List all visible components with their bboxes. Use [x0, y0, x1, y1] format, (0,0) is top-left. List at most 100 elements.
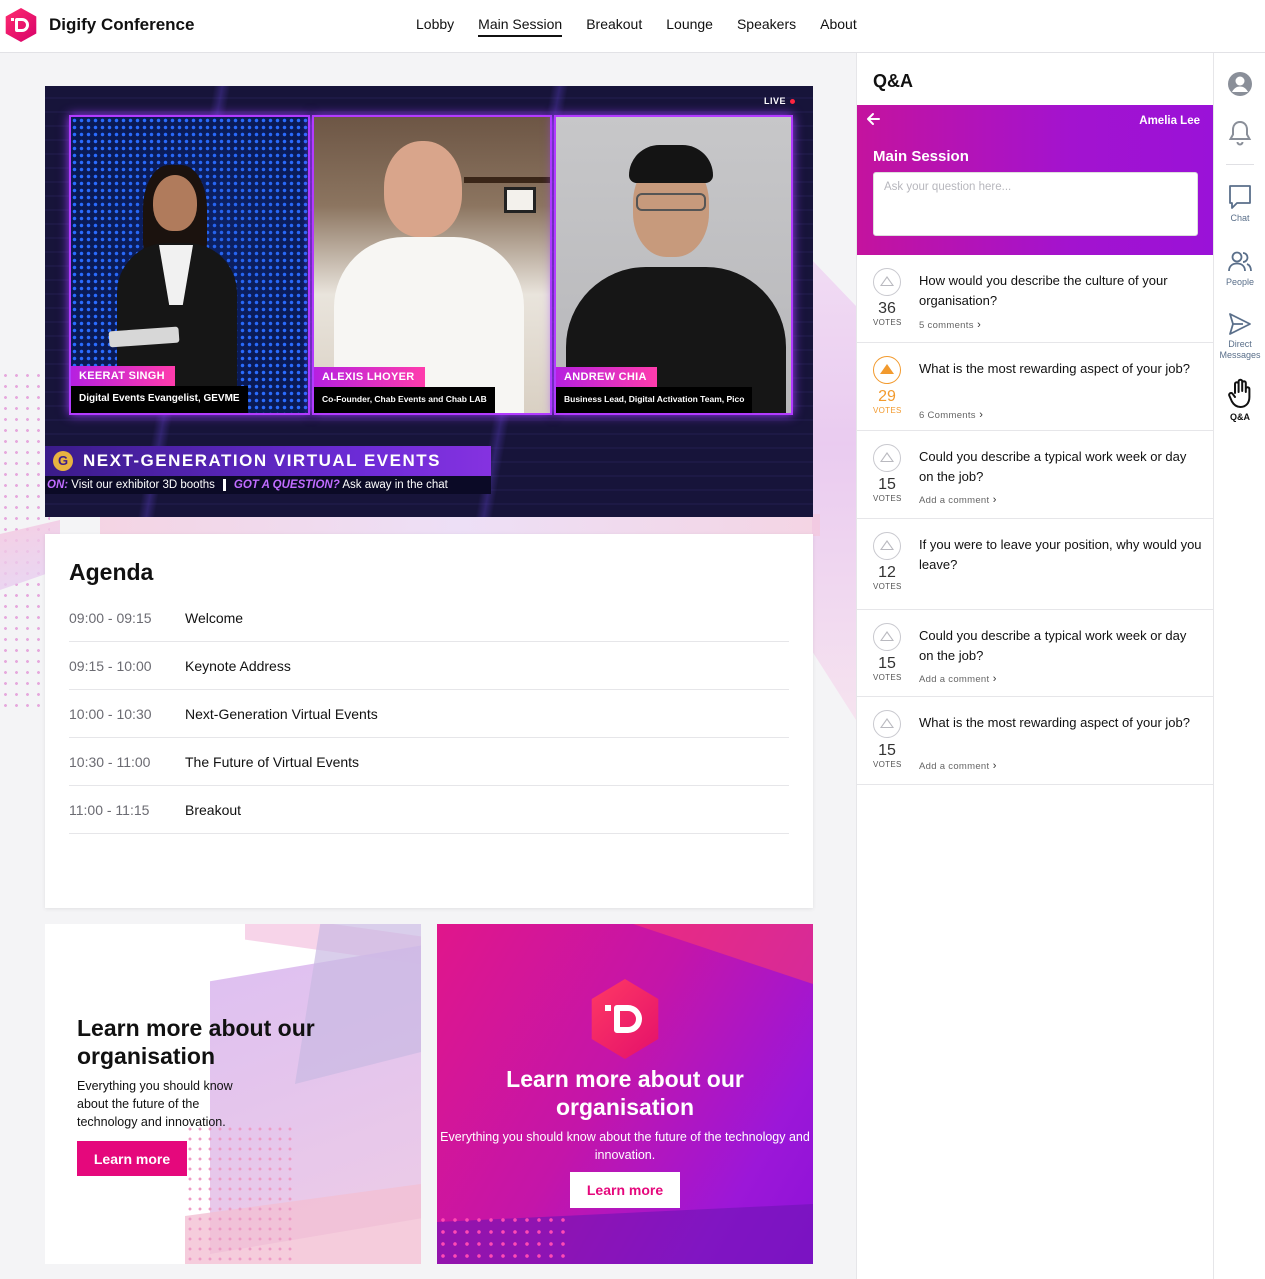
- question-item: 15 VOTES What is the most rewarding aspect…: [857, 697, 1214, 785]
- speaker-figure: [153, 175, 197, 231]
- nav-label: Speakers: [736, 16, 797, 32]
- ticker-lead: ON:: [47, 479, 69, 491]
- qa-panel: Q&A Amelia Lee Main Session 36VOTESHow w…: [856, 53, 1214, 1279]
- digify-logo-icon: [5, 8, 37, 42]
- speaker-figure: [629, 145, 713, 183]
- nav-label: Lobby: [416, 16, 455, 32]
- speaker-nameplate: KEERAT SINGH Digital Events Evangelist, …: [71, 366, 248, 413]
- agenda-list: 09:00 - 09:15 Welcome 09:15 - 10:00 Keynot…: [69, 594, 789, 834]
- qa-title: Q&A: [873, 71, 913, 91]
- vote-control: 15 VOTES: [873, 623, 901, 682]
- notifications-button[interactable]: [1214, 119, 1265, 147]
- votes-label: VOTES: [873, 760, 902, 769]
- upvote-arrow-icon[interactable]: [873, 623, 901, 651]
- question-input[interactable]: [873, 172, 1198, 236]
- user-avatar-icon: [1228, 72, 1252, 96]
- votes-label: VOTES: [873, 673, 902, 682]
- back-arrow-icon[interactable]: [865, 111, 881, 132]
- news-ticker: ON: Visit our exhibitor 3D booths GOT A Q…: [45, 476, 491, 494]
- brand-name: Digify Conference: [49, 15, 195, 34]
- nav-label: Breakout: [586, 16, 643, 32]
- votes-label: VOTES: [873, 406, 902, 415]
- learn-more-button[interactable]: Learn more: [570, 1172, 680, 1208]
- promo-title: Learn more about our organisation: [77, 1015, 315, 1069]
- speaker-figure: [636, 193, 706, 211]
- nav-speakers[interactable]: Speakers: [725, 0, 808, 52]
- nav-main-session[interactable]: Main Session: [466, 0, 574, 52]
- vote-count: 29: [878, 388, 896, 405]
- nav-lounge[interactable]: Lounge: [654, 0, 725, 52]
- upvote-arrow-icon[interactable]: [873, 532, 901, 560]
- rail-label: Direct: [1228, 339, 1252, 349]
- ticker-text: Ask away in the chat: [342, 479, 448, 491]
- speaker-figure: [504, 187, 536, 213]
- promo-card-right: Learn more about our organisation Everyt…: [437, 924, 813, 1264]
- comments-link[interactable]: Add a comment: [919, 673, 997, 685]
- agenda-name: Keynote Address: [185, 657, 291, 674]
- nav-lobby[interactable]: Lobby: [404, 0, 466, 52]
- agenda-time: 11:00 - 11:15: [69, 801, 150, 818]
- agenda-name: Next-Generation Virtual Events: [185, 705, 378, 722]
- speaker-nameplate: ALEXIS LHOYER Co-Founder, Chab Events an…: [314, 367, 495, 413]
- question-text: Could you describe a typical work week o…: [919, 628, 1187, 663]
- profile-button[interactable]: [1214, 71, 1265, 97]
- speaker-name: ANDREW CHIA: [556, 367, 657, 387]
- question-text: Could you describe a typical work week o…: [919, 449, 1187, 484]
- comments-link[interactable]: 5 comments: [919, 319, 981, 331]
- speaker-nameplate: ANDREW CHIA Business Lead, Digital Activ…: [556, 367, 753, 413]
- top-navigation-bar: Digify Conference Lobby Main Session Bre…: [0, 0, 1265, 53]
- main-nav: Lobby Main Session Breakout Lounge Speak…: [404, 0, 869, 52]
- upvote-arrow-icon[interactable]: [873, 444, 901, 472]
- speaker-panel-2: ALEXIS LHOYER Co-Founder, Chab Events an…: [312, 115, 552, 415]
- ticker-highlight: GOT A QUESTION?: [233, 479, 340, 491]
- nav-about[interactable]: About: [808, 0, 869, 52]
- promo-description: Everything you should know about the fut…: [77, 1079, 233, 1129]
- nav-label: Lounge: [666, 16, 713, 32]
- comments-link[interactable]: Add a comment: [919, 760, 997, 772]
- people-icon: [1228, 251, 1252, 272]
- brand[interactable]: Digify Conference: [4, 8, 194, 42]
- banner-logo-icon: G: [53, 451, 73, 471]
- comments-link[interactable]: 6 Comments: [919, 409, 983, 421]
- upvote-arrow-icon[interactable]: [873, 268, 901, 296]
- agenda-item: 10:30 - 11:00 The Future of Virtual Event…: [69, 738, 789, 786]
- upvote-arrow-icon[interactable]: [873, 710, 901, 738]
- raised-hand-icon: [1228, 378, 1251, 408]
- ticker-text: Visit our exhibitor 3D booths: [71, 479, 215, 491]
- agenda-time: 10:00 - 10:30: [69, 705, 152, 722]
- vote-control: 29 VOTES: [873, 356, 901, 415]
- speaker-role: Co-Founder, Chab Events and Chab LAB: [314, 387, 495, 413]
- agenda-time: 10:30 - 11:00: [69, 753, 151, 770]
- votes-label: VOTES: [873, 318, 902, 327]
- rail-divider: [1226, 164, 1254, 165]
- ticker-separator: [222, 478, 226, 491]
- vote-count: 15: [878, 742, 896, 759]
- qa-session-name: Main Session: [873, 148, 969, 165]
- vote-count: 15: [878, 476, 896, 493]
- live-video-player[interactable]: LIVE KEERAT SINGH Digital Events Evangel…: [45, 86, 813, 517]
- promo-description: innovation.: [594, 1148, 656, 1162]
- comments-link[interactable]: Add a comment: [919, 494, 997, 506]
- question-item: 29 VOTES What is the most rewarding aspect…: [857, 343, 1214, 431]
- nav-label: Main Session: [478, 16, 563, 37]
- rail-label: Chat: [1230, 213, 1250, 223]
- nav-label: About: [820, 16, 857, 32]
- speaker-name: KEERAT SINGH: [71, 366, 175, 386]
- upvote-arrow-icon[interactable]: [873, 356, 901, 384]
- speaker-panel-3: ANDREW CHIA Business Lead, Digital Activ…: [554, 115, 793, 415]
- nav-breakout[interactable]: Breakout: [574, 0, 654, 52]
- rail-qa-button[interactable]: Q&A: [1214, 378, 1265, 423]
- vote-control: 12 VOTES: [873, 532, 901, 591]
- agenda-time: 09:00 - 09:15: [69, 609, 152, 626]
- decorative-dots: [185, 1124, 295, 1264]
- rail-label: Q&A: [1230, 412, 1250, 422]
- rail-people-button[interactable]: People: [1214, 249, 1265, 288]
- promo-title: Learn more about our organisation: [506, 1066, 744, 1120]
- agenda-item: 09:00 - 09:15 Welcome: [69, 594, 789, 642]
- rail-chat-button[interactable]: Chat: [1214, 183, 1265, 224]
- rail-direct-messages-button[interactable]: Direct Messages: [1214, 311, 1265, 361]
- question-text: How would you describe the culture of yo…: [919, 273, 1168, 308]
- learn-more-button[interactable]: Learn more: [77, 1141, 187, 1176]
- votes-label: VOTES: [873, 494, 902, 503]
- bell-icon: [1228, 120, 1252, 146]
